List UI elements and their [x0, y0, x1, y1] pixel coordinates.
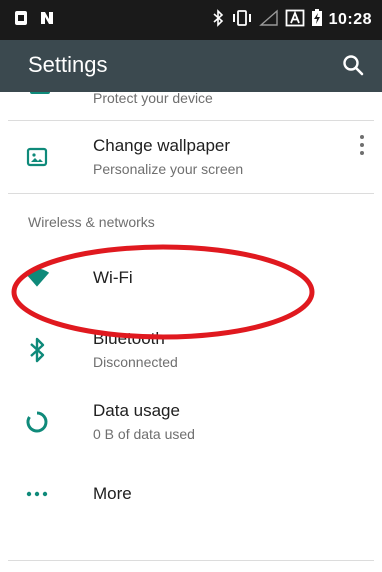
list-item-title: Wi-Fi	[93, 268, 133, 287]
signal-icon	[258, 8, 279, 32]
settings-list: Protect your device Change wallpaper Per…	[0, 92, 382, 530]
list-item-more[interactable]: More	[0, 458, 382, 530]
page-title: Settings	[28, 52, 108, 77]
list-item-bluetooth[interactable]: Bluetooth Disconnected	[0, 314, 382, 386]
list-item-wifi[interactable]: Wi-Fi	[0, 242, 382, 314]
wifi-icon	[24, 265, 50, 291]
status-left-icons	[12, 8, 56, 32]
vibrate-icon	[231, 9, 253, 32]
list-item-title: More	[93, 484, 132, 503]
data-usage-icon	[24, 409, 50, 435]
overflow-dot	[360, 135, 364, 139]
list-item-subtitle: 0 B of data used	[93, 426, 195, 442]
status-time: 10:28	[328, 11, 372, 28]
overflow-menu-button[interactable]	[354, 133, 370, 157]
sim-icon	[12, 9, 30, 32]
section-header-label: Wireless & networks	[28, 214, 155, 230]
list-item-wallpaper[interactable]: Change wallpaper Personalize your screen	[0, 121, 382, 193]
bluetooth-icon	[211, 8, 225, 32]
list-item-data-usage[interactable]: Data usage 0 B of data used	[0, 386, 382, 458]
list-item-security[interactable]: Protect your device	[8, 92, 374, 121]
nfc-icon	[38, 9, 56, 32]
overflow-dot	[360, 143, 364, 147]
search-button[interactable]	[340, 52, 368, 80]
status-bar: 10:28	[0, 0, 382, 40]
list-item-title: Data usage	[93, 401, 180, 420]
list-item-subtitle: Disconnected	[93, 354, 178, 370]
wallpaper-icon	[24, 144, 50, 170]
bluetooth-icon	[24, 337, 50, 363]
more-icon	[24, 481, 50, 507]
list-item-subtitle: Protect your device	[93, 92, 213, 106]
settings-screen: 10:28 Settings Protect your device Chang…	[0, 0, 382, 572]
lock-icon	[30, 92, 50, 94]
section-header-wireless: Wireless & networks	[0, 194, 382, 242]
list-item-title: Change wallpaper	[93, 136, 231, 155]
divider	[8, 560, 374, 561]
list-item-subtitle: Personalize your screen	[93, 161, 244, 177]
a-badge-icon	[285, 9, 305, 32]
overflow-dot	[360, 151, 364, 155]
battery-icon	[311, 8, 323, 32]
status-right-icons: 10:28	[211, 8, 372, 32]
search-icon	[340, 55, 368, 84]
app-bar: Settings	[0, 40, 382, 92]
list-item-title: Bluetooth	[93, 329, 165, 348]
